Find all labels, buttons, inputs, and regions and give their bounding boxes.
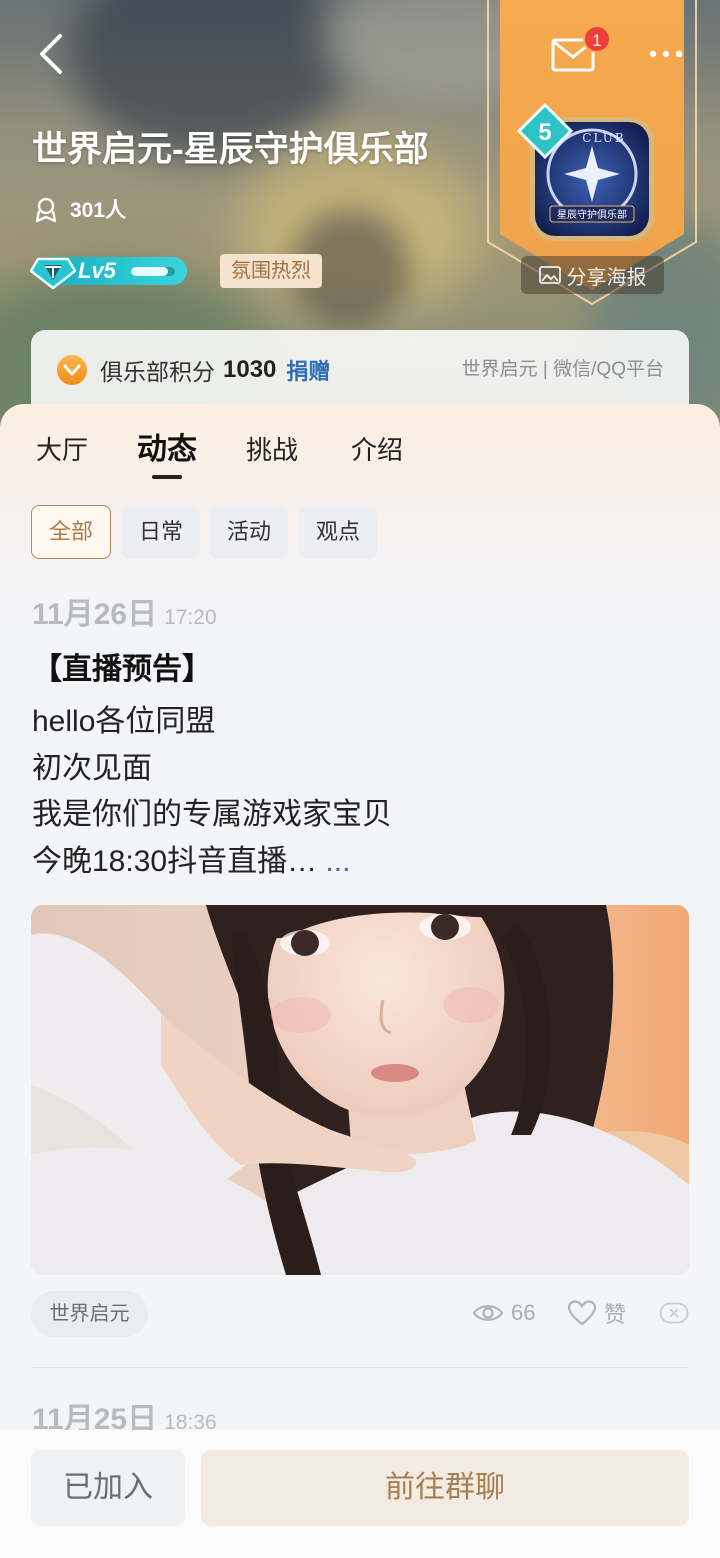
filter-opinions[interactable]: 观点 [299,505,377,559]
filter-daily[interactable]: 日常 [122,505,200,559]
filter-events[interactable]: 活动 [210,505,288,559]
active-tab-indicator [152,475,182,479]
tab-intro[interactable]: 介绍 [351,430,403,470]
filter-all[interactable]: 全部 [31,505,111,559]
post-line: hello各位同盟 [32,705,216,738]
eye-icon [472,1305,504,1321]
read-more-link[interactable]: ... [325,845,350,878]
view-count-value: 66 [511,1300,536,1325]
club-level-number: 5 [538,119,551,146]
club-title: 世界启元-星辰守护俱乐部 [32,130,429,169]
level-progress-fill [131,267,169,276]
donate-link[interactable]: 捐赠 [286,354,330,386]
points-info: 俱乐部积分 1030 捐赠 [100,352,330,388]
level-badge[interactable]: Lv5 [30,254,187,290]
post-body[interactable]: hello各位同盟 初次见面 我是你们的专属游戏家宝贝 今晚18:30抖音直播…… [32,699,392,886]
view-count: 66 [472,1299,535,1327]
post-date-row: 11月26日 17:20 [32,595,217,635]
back-button[interactable] [36,32,70,78]
emblem-name-text: 星辰守护俱乐部 [557,208,627,221]
coin-icon [57,355,87,385]
tab-challenge[interactable]: 挑战 [246,430,298,470]
level-diamond-icon [30,257,76,290]
level-progress-bar [131,267,175,276]
more-button[interactable] [646,42,686,66]
post-topic-tag[interactable]: 世界启元 [31,1291,148,1337]
post-title[interactable]: 【直播预告】 [32,649,212,691]
post-time: 17:20 [164,606,217,629]
dismiss-button[interactable] [659,1302,689,1324]
share-poster-button[interactable]: 分享海报 [521,256,664,294]
back-arrow-icon [40,34,62,74]
tab-hall[interactable]: 大厅 [36,430,88,470]
go-to-group-chat-button[interactable]: 前往群聊 [201,1450,689,1526]
member-count: 301人 [70,199,127,222]
like-label: 赞 [604,1302,627,1327]
post-image[interactable] [31,905,689,1275]
tab-feed[interactable]: 动态 [137,430,197,470]
dismiss-icon [659,1302,689,1324]
member-icon [35,197,57,223]
points-label: 俱乐部积分 [100,359,215,385]
post-line: 今晚18:30抖音直播… [32,845,318,879]
post-date: 11月26日 [32,598,158,631]
heart-icon [567,1300,597,1326]
like-button[interactable]: 赞 [567,1299,626,1327]
post-line: 初次见面 [32,751,152,785]
share-poster-label: 分享海报 [566,266,647,289]
atmosphere-tag: 氛围热烈 [220,254,322,288]
mail-unread-badge: 1 [583,25,611,53]
post-photo [31,905,689,1275]
post-divider [31,1367,689,1368]
more-icon [649,50,683,58]
post-line-last: 今晚18:30抖音直播… ... [32,839,392,886]
level-label: Lv5 [78,258,116,283]
post-line: 我是你们的专属游戏家宝贝 [32,798,392,832]
image-icon [538,266,561,284]
platform-label: 世界启元 | 微信/QQ平台 [461,359,664,380]
points-value: 1030 [223,356,277,383]
emblem-club-text: CLUB [582,131,625,145]
joined-button[interactable]: 已加入 [31,1450,185,1526]
